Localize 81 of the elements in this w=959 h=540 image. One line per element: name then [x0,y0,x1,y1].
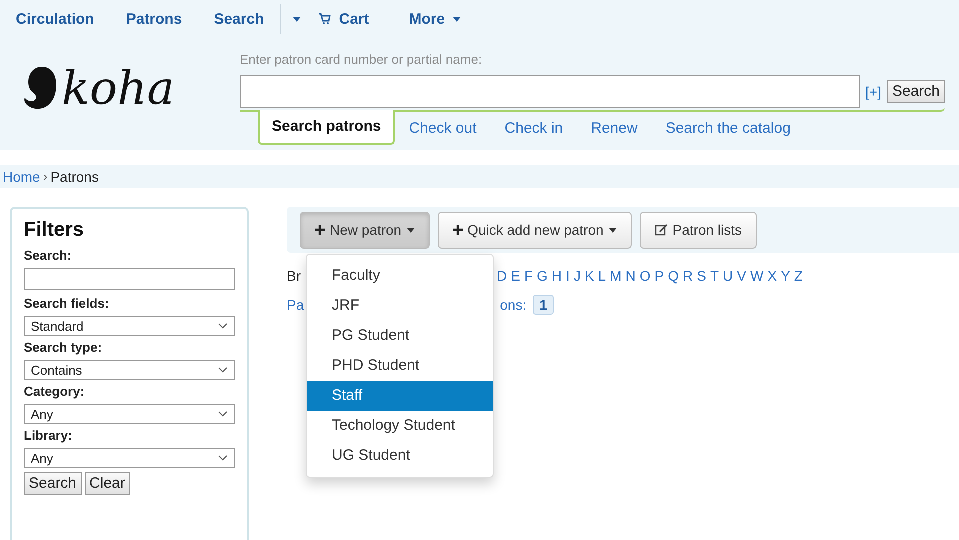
filter-label: Search: [24,248,73,263]
header-tab[interactable]: Renew [577,110,652,147]
filter-label: Category: [24,384,86,399]
logo-text: koha [62,61,175,115]
cart-icon [319,13,332,25]
menu-item[interactable]: Faculty [307,261,493,291]
plus-icon [452,225,463,235]
filter-label: Search fields: [24,296,110,311]
filter-select[interactable]: Any [24,448,235,468]
letter-link[interactable]: Q [668,268,679,284]
menu-item[interactable]: Staff [307,381,493,411]
nav-link[interactable]: Circulation [16,10,94,28]
chevron-icon [218,411,228,417]
menu-item[interactable]: UG Student [307,441,493,471]
expand-link[interactable]: [+] [866,84,882,100]
caret-icon [453,16,462,22]
search-button[interactable]: Search [887,80,945,103]
letter-link[interactable]: K [584,268,594,284]
letter-link[interactable]: Y [781,268,790,284]
letter-link[interactable]: W [750,268,764,284]
more-menu[interactable]: More [409,10,462,28]
filter-select[interactable]: Contains [24,360,235,380]
letter-link[interactable]: M [610,268,622,284]
breadcrumb-link[interactable]: Home [3,168,40,184]
letter-link[interactable]: D [497,268,508,284]
edit-icon [654,224,668,236]
caret-icon [608,228,617,232]
filter-select[interactable]: Standard [24,316,235,336]
breadcrumb-text: Patrons [50,168,99,184]
letter-link[interactable]: S [697,268,706,284]
letter-link[interactable]: J [574,268,581,284]
letter-link[interactable]: N [626,268,636,284]
letter-link[interactable]: U [723,268,734,284]
letter-link[interactable]: F [524,268,534,284]
page-link[interactable]: 1 [532,295,554,315]
letter-link[interactable]: G [537,268,548,284]
filter-label: Search type: [24,340,104,355]
filter-select[interactable]: Any [24,404,235,424]
chevron-icon [218,323,228,329]
header-tab[interactable]: Check out [395,110,491,147]
caret-icon [406,228,415,232]
letter-link[interactable]: P [654,268,664,284]
menu-item[interactable]: PHD Student [307,351,493,381]
cart-link[interactable]: Cart [319,10,370,28]
search-hint: Enter patron card number or partial name: [240,52,484,67]
plus-icon [315,225,325,235]
filter-button[interactable]: Clear [84,472,130,495]
letter-link[interactable]: R [683,268,694,284]
chevron-icon [218,455,228,461]
toolbar-button[interactable]: Patron lists [640,212,758,248]
toolbar-button[interactable]: New patron [300,212,430,248]
letter-link[interactable]: H [552,268,562,284]
header-tab[interactable]: Check in [490,110,578,147]
letter-link[interactable]: L [598,268,606,284]
pages-label: ons: [500,297,527,313]
caret-icon[interactable] [293,16,302,22]
letter-link[interactable]: O [640,268,651,284]
filters-title: Filters [24,219,86,242]
letter-link[interactable]: E [511,268,520,284]
patron-search-field[interactable] [240,75,860,108]
nav-link[interactable]: Search [214,10,264,28]
filter-button[interactable]: Search [24,472,82,495]
menu-item[interactable]: Techology Student [307,411,493,441]
letter-link[interactable]: V [737,268,746,284]
filter-label: Library: [24,428,74,443]
filter-search-field[interactable] [24,268,235,290]
chevron-icon [218,367,228,373]
letter-link[interactable]: Z [794,268,803,284]
menu-item[interactable]: JRF [307,291,493,321]
letter-link[interactable]: X [768,268,778,284]
letter-link[interactable]: I [566,268,570,284]
toolbar-button[interactable]: Quick add new patron [438,212,632,248]
menu-item[interactable]: PG Student [307,321,493,351]
header-tab[interactable]: Search patrons [258,110,396,145]
logo-icon [22,65,58,111]
letter-link[interactable]: T [710,268,720,284]
browse-label: Br [287,268,301,284]
nav-link[interactable]: Patrons [126,10,182,28]
breadcrumb-separator: › [43,169,48,184]
header-tab[interactable]: Search the catalog [652,110,805,147]
pages-label: Pa [287,297,304,313]
